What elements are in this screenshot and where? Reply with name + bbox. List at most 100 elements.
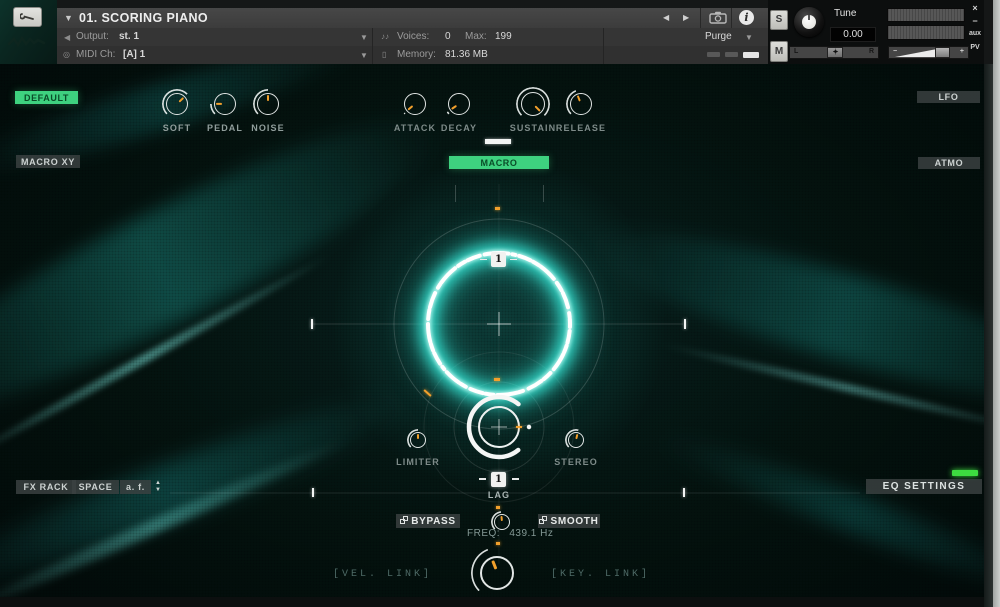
master-macro-knob[interactable] xyxy=(471,547,523,599)
output-value: st. 1 xyxy=(119,31,139,42)
limiter-knob[interactable] xyxy=(407,429,429,451)
max-value: 199 xyxy=(495,31,512,42)
mute-button[interactable]: M xyxy=(770,41,788,62)
lag-fader-handle[interactable]: 1 xyxy=(491,472,506,487)
default-button[interactable]: DEFAULT xyxy=(15,91,78,104)
handle-dash xyxy=(479,478,486,480)
voices-label: Voices: xyxy=(397,31,429,42)
smooth-button[interactable]: SMOOTH xyxy=(538,514,600,528)
orange-marker xyxy=(495,207,500,210)
release-knob[interactable] xyxy=(566,89,596,119)
attack-knob[interactable] xyxy=(400,89,430,119)
master-section: S M Tune 0.00 L R ◂|▸ − + × − au xyxy=(768,0,984,64)
purge-dropdown-icon[interactable]: ▼ xyxy=(745,33,753,42)
tune-knob[interactable] xyxy=(794,7,824,37)
axis-tick xyxy=(311,319,313,329)
fx-rack-button[interactable]: FX RACK xyxy=(16,480,76,494)
view-size-small-button[interactable] xyxy=(707,52,720,57)
orange-marker xyxy=(516,426,522,428)
space-button[interactable]: SPACE xyxy=(72,480,119,494)
macro-xy-button[interactable]: MACRO XY xyxy=(16,155,80,168)
pv-button[interactable]: PV xyxy=(966,44,984,51)
solo-button[interactable]: S xyxy=(770,10,788,30)
macro-knob[interactable] xyxy=(479,397,519,457)
af-button[interactable]: a. f. xyxy=(120,480,151,494)
freq-readout: FREQ: 439.1 Hz xyxy=(467,528,553,539)
separator xyxy=(372,28,373,46)
limiter-label: LIMITER xyxy=(383,457,453,467)
midi-dropdown-icon[interactable]: ▼ xyxy=(360,51,368,60)
waveform-icon xyxy=(7,30,47,57)
decay-knob[interactable] xyxy=(444,89,474,119)
release-label: RELEASE xyxy=(546,123,616,133)
midi-value: [A] 1 xyxy=(123,49,145,60)
view-size-medium-button[interactable] xyxy=(725,52,738,57)
midi-row: ◎ MIDI Ch: [A] 1 ▼ ▯ Memory: 81.36 MB xyxy=(57,46,768,65)
max-label: Max: xyxy=(465,31,487,42)
atmo-button[interactable]: ATMO xyxy=(918,157,980,169)
voices-value: 0 xyxy=(445,31,451,42)
tune-value[interactable]: 0.00 xyxy=(830,27,876,42)
output-icon: ◀ xyxy=(64,33,70,42)
pedal-knob[interactable] xyxy=(210,89,240,119)
info-button[interactable]: i xyxy=(739,10,754,25)
bypass-label: BYPASS xyxy=(411,516,456,527)
decay-label: DECAY xyxy=(424,123,494,133)
memory-icon: ▯ xyxy=(382,50,386,59)
axis-tick xyxy=(683,488,685,497)
level-meter-right xyxy=(887,25,965,40)
output-dropdown-icon[interactable]: ▼ xyxy=(360,33,368,42)
space-step-down-icon[interactable]: ▼ xyxy=(155,488,161,493)
xy-ring-handle[interactable]: 1 xyxy=(491,252,506,267)
guide-tick xyxy=(455,185,456,202)
close-icon[interactable]: × xyxy=(966,3,984,13)
volume-handle[interactable] xyxy=(935,47,950,58)
separator xyxy=(603,46,604,64)
pan-left-label: L xyxy=(794,48,798,55)
sustain-indicator-bar xyxy=(485,139,511,144)
bottom-edge xyxy=(0,597,993,607)
sustain-knob[interactable] xyxy=(516,87,550,121)
next-instrument-icon[interactable]: ▶ xyxy=(683,13,689,22)
macro-button[interactable]: MACRO xyxy=(449,156,549,169)
output-row: ◀ Output: st. 1 ▼ ♪♪ Voices: 0 Max: 199 … xyxy=(57,28,768,47)
smooth-icon xyxy=(539,516,547,527)
output-label: Output: xyxy=(76,31,109,42)
orange-marker xyxy=(496,506,500,509)
handle-dash xyxy=(512,478,519,480)
freq-label: FREQ: xyxy=(467,528,500,539)
volume-slider[interactable]: − + xyxy=(888,46,969,59)
memory-label: Memory: xyxy=(397,49,436,60)
camera-icon xyxy=(709,11,727,24)
smooth-label: SMOOTH xyxy=(550,516,598,527)
minimize-icon[interactable]: − xyxy=(966,16,984,26)
kontakt-window: ▼ 01. SCORING PIANO ◀ ▶ i ◀ Output: st. … xyxy=(0,0,993,607)
handle-dash xyxy=(510,259,517,260)
purge-button[interactable]: Purge xyxy=(705,31,732,42)
bypass-icon xyxy=(400,516,408,527)
vel-link-toggle[interactable]: [VEL. LINK] xyxy=(333,569,432,580)
bypass-button[interactable]: BYPASS xyxy=(396,514,460,528)
space-step-up-icon[interactable]: ▲ xyxy=(155,481,161,486)
pan-slider[interactable]: L R ◂|▸ xyxy=(789,46,879,59)
eq-settings-button[interactable]: EQ SETTINGS xyxy=(866,479,982,494)
key-link-toggle[interactable]: [KEY. LINK] xyxy=(551,569,650,580)
noise-knob[interactable] xyxy=(253,89,283,119)
eq-led xyxy=(952,470,978,476)
view-size-large-button[interactable] xyxy=(743,52,759,58)
midi-label: MIDI Ch: xyxy=(76,49,115,60)
handle-dash xyxy=(480,259,487,260)
soft-knob[interactable] xyxy=(162,89,192,119)
axis-tick xyxy=(684,319,686,329)
aux-button[interactable]: aux xyxy=(966,30,984,37)
guide-tick xyxy=(543,185,544,202)
snapshot-camera-button[interactable] xyxy=(709,11,727,29)
separator xyxy=(700,8,701,28)
title-dropdown-icon[interactable]: ▼ xyxy=(64,12,73,24)
prev-instrument-icon[interactable]: ◀ xyxy=(663,13,669,22)
lfo-button[interactable]: LFO xyxy=(917,91,980,103)
stereo-knob[interactable] xyxy=(565,429,587,451)
instrument-titlebar[interactable]: ▼ 01. SCORING PIANO ◀ ▶ i xyxy=(57,8,768,29)
edit-wrench-button[interactable] xyxy=(13,7,42,27)
pan-handle[interactable]: ◂|▸ xyxy=(827,47,843,58)
